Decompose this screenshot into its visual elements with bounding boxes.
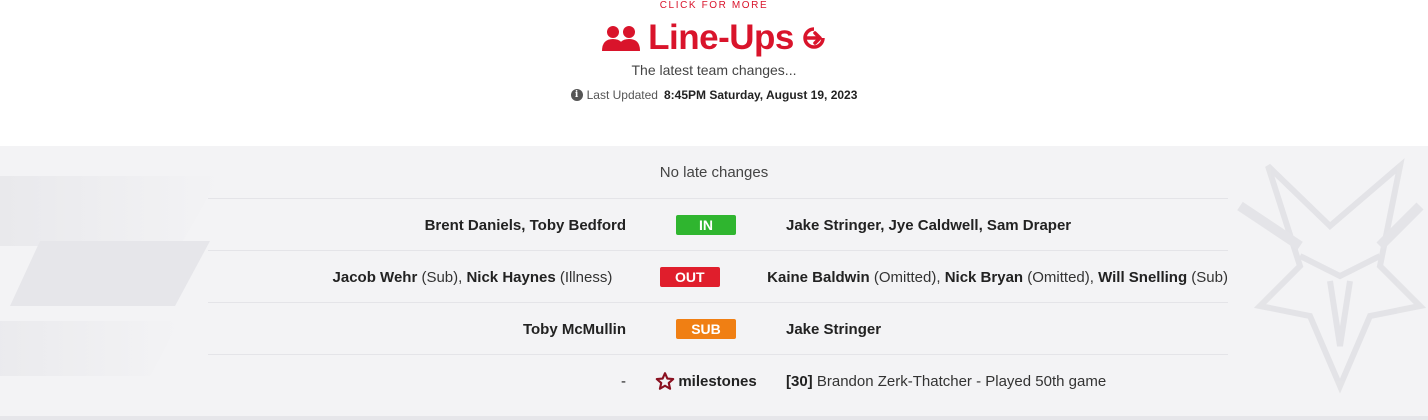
away-changes: Jake Stringer [786,321,1228,338]
panel-bottom-border [0,416,1428,420]
subtitle: The latest team changes... [631,62,797,78]
status-badge-out: OUT [659,267,720,287]
click-for-more-link[interactable]: CLICK FOR MORE [0,0,1428,11]
milestones-row: - milestones [30] Brandon Zerk-Thatcher … [208,354,1228,407]
info-icon: i [570,89,583,101]
users-icon [602,26,641,51]
player-name[interactable]: Nick Bryan [945,269,1023,286]
page-title: Line-Ups [648,18,794,57]
milestones-text: milestones [678,372,757,390]
home-changes: Toby McMullin [208,321,626,338]
player-name[interactable]: Will Snelling [1098,269,1187,286]
lineup-row-out: Jacob Wehr (Sub), Nick Haynes (Illness) … [208,250,1228,303]
guernsey-number: [30] [786,372,813,390]
lineup-row-sub: Toby McMullin SUB Jake Stringer [208,302,1228,355]
away-changes: Jake Stringer, Jye Caldwell, Sam Draper [786,217,1228,234]
title-row[interactable]: Line-Ups [0,18,1428,58]
away-changes: Kaine Baldwin (Omitted), Nick Bryan (Omi… [767,269,1228,286]
player-name[interactable]: Jake Stringer [786,321,881,338]
milestones-label: milestones [655,372,757,390]
star-icon [656,372,675,390]
lineups-panel: No late changes Brent Daniels, Toby Bedf… [0,146,1428,420]
last-updated-value: 8:45PM Saturday, August 19, 2023 [663,88,858,102]
home-changes: Brent Daniels, Toby Bedford [208,217,626,234]
reason-note: (Sub), [417,268,467,286]
no-late-changes: No late changes [659,164,769,181]
reason-note: (Omitted), [1023,268,1099,286]
player-name[interactable]: Toby McMullin [523,321,626,338]
bomber-logo-watermark [1253,158,1427,394]
lineup-row-in: Brent Daniels, Toby Bedford IN Jake Stri… [208,198,1228,251]
player-name[interactable]: Nick Haynes [466,269,555,286]
reason-note: (Sub) [1187,268,1228,286]
reason-note: (Omitted), [869,268,945,286]
player-names[interactable]: Brent Daniels, Toby Bedford [425,217,626,234]
milestone-text[interactable]: Brandon Zerk-Thatcher - Played 50th game [813,373,1106,390]
lineups-header: CLICK FOR MORE Line-Ups The latest team … [0,0,1428,146]
player-name[interactable]: Jacob Wehr [333,269,418,286]
arrow-right-circle-icon[interactable] [802,26,826,50]
last-updated: i Last Updated 8:45PM Saturday, August 1… [0,88,1428,102]
player-name[interactable]: Kaine Baldwin [767,269,870,286]
last-updated-label: Last Updated [586,88,658,102]
home-milestones: - [208,373,626,390]
status-badge-sub: SUB [676,319,736,339]
away-milestones: [30] Brandon Zerk-Thatcher - Played 50th… [786,373,1228,390]
home-changes: Jacob Wehr (Sub), Nick Haynes (Illness) [208,268,613,286]
player-names[interactable]: Jake Stringer, Jye Caldwell, Sam Draper [786,217,1071,234]
status-badge-in: IN [676,215,736,235]
reason-note: (Illness) [555,268,613,286]
